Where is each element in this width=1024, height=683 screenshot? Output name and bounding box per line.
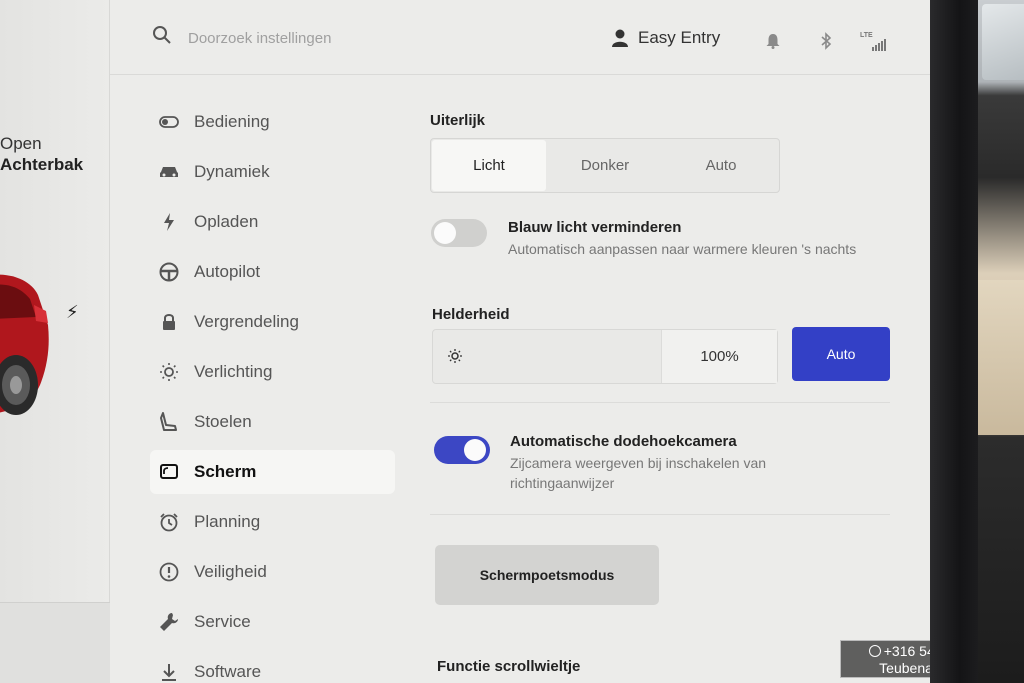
nav-item-label: Planning [194, 512, 261, 531]
nav-item-label: Service [194, 612, 251, 631]
brightness-slider[interactable]: 100% [432, 329, 778, 384]
charging-bolt-icon: ⚡︎ [66, 302, 79, 322]
divider [430, 514, 890, 515]
nav-item-label: Bediening [194, 112, 270, 131]
nav-item-stoelen[interactable]: Stoelen [150, 400, 395, 444]
trunk-action-label: Open [0, 134, 42, 153]
search-icon [153, 26, 171, 44]
seat-icon [158, 411, 180, 433]
touchscreen: Open Achterbak ⚡︎ Easy Entry [0, 0, 930, 683]
nav-item-planning[interactable]: Planning [150, 500, 395, 544]
blind-spot-camera-description: Zijcamera weergeven bij inschakelen van … [510, 455, 767, 491]
car-status-panel: Open Achterbak ⚡︎ [0, 0, 110, 683]
appearance-option-dark[interactable]: Donker [548, 140, 662, 191]
nav-item-autopilot[interactable]: Autopilot [150, 250, 395, 294]
scroll-wheel-function-title: Functie scrollwieltje [437, 658, 581, 675]
bluetooth-icon[interactable] [820, 32, 832, 50]
watermark-phone: +316 547 67 362 [883, 643, 930, 659]
nav-item-label: Autopilot [194, 262, 261, 281]
nav-item-software[interactable]: Software [150, 650, 395, 683]
nav-item-label: Verlichting [194, 362, 273, 381]
blue-light-description: Automatisch aanpassen naar warmere kleur… [508, 241, 857, 257]
toggle-knob [464, 439, 486, 461]
sun-icon [448, 349, 462, 363]
nav-item-vergrendeling[interactable]: Vergrendeling [150, 300, 395, 344]
open-trunk-button[interactable]: Open Achterbak [0, 133, 83, 175]
nav-item-label: Opladen [194, 212, 259, 231]
nav-item-scherm[interactable]: Scherm [150, 450, 395, 494]
car-interior-background [978, 0, 1024, 683]
nav-item-label: Scherm [194, 462, 257, 481]
side-window [982, 4, 1024, 80]
blind-spot-camera-toggle[interactable] [434, 436, 490, 464]
toggle-knob [434, 222, 456, 244]
lte-signal-icon: LTE [860, 32, 890, 52]
appearance-option-auto[interactable]: Auto [664, 140, 778, 191]
toggle-icon [158, 111, 180, 133]
divider [430, 402, 890, 403]
bottom-card [0, 602, 110, 683]
light-icon [158, 361, 180, 383]
watermark-site: Teubenautos.eu [879, 660, 930, 676]
top-status-bar: Easy Entry LTE [110, 0, 930, 75]
nav-item-label: Dynamiek [194, 162, 270, 181]
lock-icon [158, 311, 180, 333]
nav-item-label: Veiligheid [194, 562, 267, 581]
appearance-title: Uiterlijk [430, 112, 486, 129]
dashboard-trim [978, 280, 1024, 435]
trunk-name-label: Achterbak [0, 155, 84, 174]
blue-light-toggle[interactable] [431, 219, 487, 247]
brightness-value: 100% [661, 330, 777, 383]
bolt-icon [158, 211, 180, 233]
settings-nav: Bediening Dynamiek Opladen Autopilot Ver… [150, 100, 395, 683]
appearance-selector: Licht Donker Auto [430, 138, 780, 193]
download-icon [158, 661, 180, 683]
nav-item-service[interactable]: Service [150, 600, 395, 644]
blue-light-title: Blauw licht verminderen [508, 219, 682, 236]
screen-bezel [930, 0, 980, 683]
nav-item-label: Stoelen [194, 412, 252, 431]
brightness-title: Helderheid [432, 306, 510, 323]
brightness-auto-button[interactable]: Auto [792, 327, 890, 381]
person-icon [612, 29, 628, 47]
whatsapp-icon [868, 645, 881, 657]
nav-item-veiligheid[interactable]: Veiligheid [150, 550, 395, 594]
display-icon [158, 461, 180, 483]
nav-item-bediening[interactable]: Bediening [150, 100, 395, 144]
profile-name: Easy Entry [638, 28, 721, 47]
nav-item-dynamiek[interactable]: Dynamiek [150, 150, 395, 194]
blind-spot-camera-title: Automatische dodehoekcamera [510, 433, 737, 450]
nav-item-label: Vergrendeling [194, 312, 299, 331]
nav-item-opladen[interactable]: Opladen [150, 200, 395, 244]
screen-clean-mode-button[interactable]: Schermpoetsmodus [435, 545, 659, 605]
driver-profile-button[interactable]: Easy Entry [612, 28, 720, 48]
car-image [0, 274, 49, 415]
search-input[interactable] [188, 26, 448, 50]
nav-item-verlichting[interactable]: Verlichting [150, 350, 395, 394]
car-icon [158, 161, 180, 183]
alert-icon [158, 561, 180, 583]
alarm-clock-icon [158, 511, 180, 533]
appearance-option-light[interactable]: Licht [432, 140, 546, 191]
steering-wheel-icon [158, 261, 180, 283]
nav-item-label: Software [194, 662, 262, 681]
bell-icon[interactable] [766, 33, 780, 49]
wrench-icon [158, 611, 180, 633]
dealer-watermark: +316 547 67 362 Teubenautos.eu [840, 640, 930, 678]
